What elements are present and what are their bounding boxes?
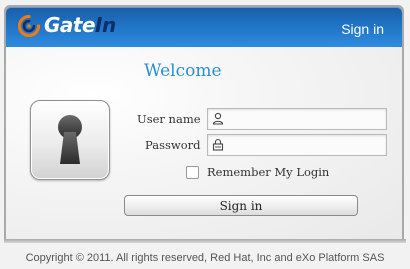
remember-me-checkbox[interactable] xyxy=(186,166,199,179)
password-label: Password xyxy=(145,138,201,152)
password-field[interactable] xyxy=(207,134,387,156)
header-sign-in-link[interactable]: Sign in xyxy=(341,21,384,37)
logo-text: GateIn xyxy=(44,13,116,37)
username-field[interactable] xyxy=(207,108,387,130)
password-input[interactable] xyxy=(228,136,382,153)
lock-icon xyxy=(212,138,224,151)
welcome-title: Welcome xyxy=(144,61,222,81)
frame-bottom-edge xyxy=(4,239,406,243)
username-input[interactable] xyxy=(228,110,382,127)
sign-in-button[interactable]: Sign in xyxy=(124,195,358,216)
remember-me-label[interactable]: Remember My Login xyxy=(207,165,329,179)
user-icon xyxy=(212,112,224,125)
username-label: User name xyxy=(137,112,201,126)
keyhole-icon xyxy=(30,100,110,180)
copyright-text: Copyright © 2011. All rights reserved, R… xyxy=(25,252,385,264)
header-bar: GateIn Sign in xyxy=(6,7,402,47)
gatein-logo-icon xyxy=(18,15,40,37)
